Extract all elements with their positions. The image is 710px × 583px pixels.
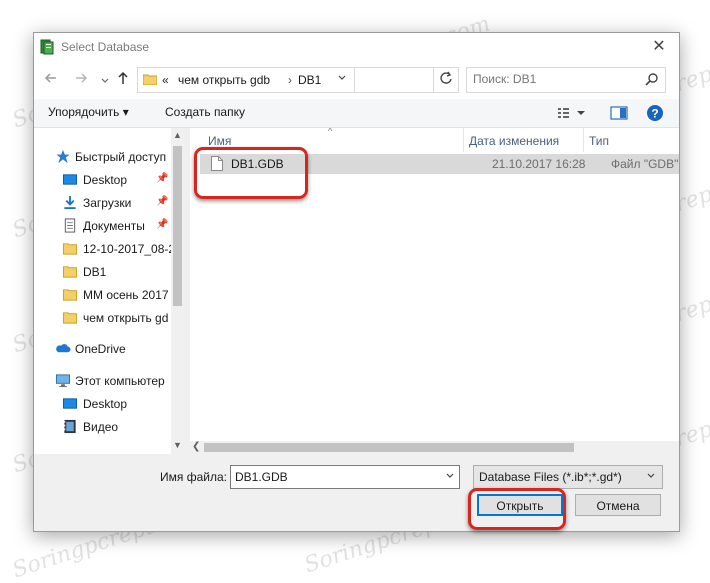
nav-item-video[interactable]: Видео <box>34 416 171 438</box>
desktop-icon <box>62 174 78 185</box>
nav-item-folder[interactable]: чем открыть gd <box>34 307 171 329</box>
address-dropdown[interactable] <box>330 67 355 93</box>
column-header-type[interactable]: Тип <box>589 134 609 148</box>
nav-item-pc-desktop[interactable]: Desktop <box>34 393 171 415</box>
open-file-dialog: Select Database ✕ « чем открыть gdb › DB… <box>33 32 680 532</box>
back-arrow-icon <box>44 73 56 83</box>
pin-icon: 📌 <box>156 196 169 207</box>
desktop-icon <box>62 398 78 409</box>
chevron-down-icon <box>647 473 655 478</box>
scroll-down-icon[interactable]: ▼ <box>171 440 184 450</box>
folder-icon <box>62 243 78 255</box>
cancel-button[interactable]: Отмена <box>575 494 661 516</box>
highlight-file <box>194 147 308 199</box>
search-box[interactable] <box>466 67 666 93</box>
nav-item-folder[interactable]: ММ осень 2017 <box>34 284 171 306</box>
scroll-thumb[interactable] <box>173 146 182 306</box>
filename-combobox[interactable] <box>230 465 460 489</box>
search-icon <box>645 73 658 86</box>
highlight-open-button <box>468 488 566 530</box>
scroll-up-icon[interactable]: ▲ <box>171 130 184 140</box>
title-bar[interactable]: Select Database ✕ <box>34 33 679 61</box>
folder-icon <box>62 266 78 278</box>
file-date: 21.10.2017 16:28 <box>492 157 586 171</box>
chevron-down-icon <box>338 75 346 80</box>
nav-item-onedrive[interactable]: OneDrive <box>34 338 171 360</box>
forward-button[interactable] <box>72 71 90 89</box>
help-icon[interactable]: ? <box>646 103 664 123</box>
new-folder-button[interactable]: Создать папку <box>165 105 245 119</box>
column-separator[interactable] <box>583 128 584 152</box>
sort-ascending-icon: ^ <box>328 128 333 136</box>
file-type: Файл "GDB" <box>611 157 679 171</box>
chevron-down-icon <box>101 78 109 83</box>
breadcrumb-separator: › <box>288 73 292 87</box>
refresh-button[interactable] <box>433 67 459 93</box>
window-title: Select Database <box>61 40 150 54</box>
column-header-name[interactable]: Имя <box>208 134 231 148</box>
navigation-pane: Быстрый доступ Desktop 📌 Загрузки 📌 Доку… <box>34 128 184 454</box>
folder-icon <box>62 312 78 324</box>
column-separator[interactable] <box>463 128 464 152</box>
computer-icon <box>55 374 71 388</box>
dialog-footer: Имя файла: Database Files (*.ib*;*.gd*) … <box>34 454 679 531</box>
nav-scrollbar[interactable]: ▲ ▼ <box>171 128 184 454</box>
column-header-date[interactable]: Дата изменения <box>469 134 559 148</box>
close-icon: ✕ <box>652 38 666 55</box>
file-type-filter-value: Database Files (*.ib*;*.gd*) <box>479 470 622 484</box>
nav-item-this-pc[interactable]: Этот компьютер <box>34 370 171 392</box>
forward-arrow-icon <box>76 73 88 83</box>
up-button[interactable] <box>114 71 132 89</box>
horizontal-scrollbar[interactable]: ❮ <box>190 441 679 454</box>
recent-locations-button[interactable] <box>96 71 114 89</box>
scroll-thumb[interactable] <box>204 443 574 452</box>
breadcrumb-overflow[interactable]: « <box>162 73 169 87</box>
folder-icon <box>143 74 157 85</box>
nav-item-documents[interactable]: Документы 📌 <box>34 215 171 237</box>
nav-item-quick-access[interactable]: Быстрый доступ <box>34 146 171 168</box>
onedrive-icon <box>56 344 71 353</box>
nav-item-folder[interactable]: 12-10-2017_08-2 <box>34 238 171 260</box>
organize-menu[interactable]: Упорядочить ▾ <box>48 105 129 119</box>
app-icon <box>40 39 54 55</box>
nav-item-desktop[interactable]: Desktop 📌 <box>34 169 171 191</box>
command-toolbar: Упорядочить ▾ Создать папку ? <box>34 99 679 128</box>
scroll-left-icon[interactable]: ❮ <box>192 441 200 452</box>
preview-pane-icon[interactable] <box>610 103 628 123</box>
nav-item-folder[interactable]: DB1 <box>34 261 171 283</box>
nav-item-downloads[interactable]: Загрузки 📌 <box>34 192 171 214</box>
file-type-filter[interactable]: Database Files (*.ib*;*.gd*) <box>473 465 663 489</box>
folder-icon <box>62 289 78 301</box>
breadcrumb-item[interactable]: DB1 <box>298 73 321 87</box>
refresh-icon <box>440 71 452 84</box>
video-icon <box>64 419 76 434</box>
star-icon <box>56 149 70 164</box>
breadcrumb-item[interactable]: чем открыть gdb <box>178 73 270 87</box>
address-row: « чем открыть gdb › DB1 <box>34 61 679 99</box>
svg-text:?: ? <box>651 107 658 121</box>
search-input[interactable] <box>473 71 633 87</box>
filename-label: Имя файла: <box>160 470 227 484</box>
address-bar[interactable]: « чем открыть gdb › DB1 <box>137 67 435 93</box>
download-icon <box>64 195 76 210</box>
view-toggle-icon[interactable] <box>556 103 590 123</box>
chevron-down-icon[interactable] <box>445 470 455 480</box>
back-button[interactable] <box>42 71 60 89</box>
up-arrow-icon <box>118 71 128 84</box>
pin-icon: 📌 <box>156 219 169 230</box>
documents-icon <box>64 218 76 233</box>
pin-icon: 📌 <box>156 173 169 184</box>
close-button[interactable]: ✕ <box>639 33 679 61</box>
filename-input[interactable] <box>235 469 435 485</box>
